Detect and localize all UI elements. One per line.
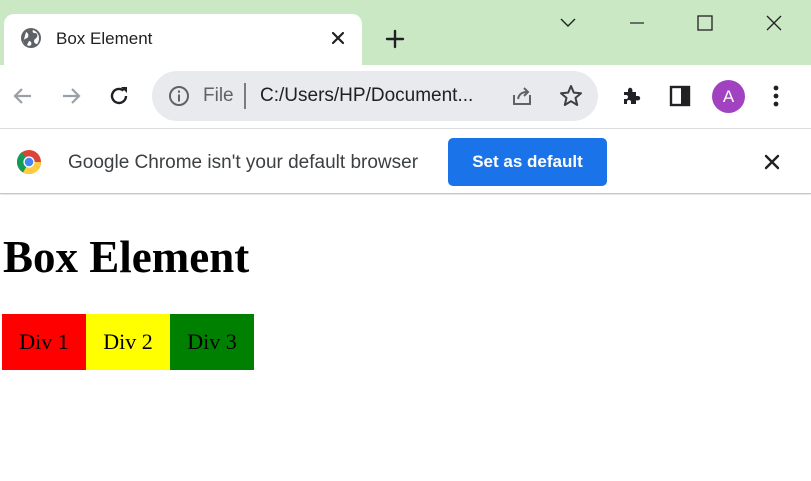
browser-tab[interactable]: Box Element [4,14,362,65]
page-heading: Box Element [3,232,250,282]
infobar-close-icon[interactable] [760,150,784,174]
tab-search-chevron-down-icon[interactable] [553,10,583,36]
reload-icon[interactable] [104,81,134,111]
div-box-2: Div 2 [86,314,170,370]
scheme-label: File [203,85,234,106]
default-browser-infobar: Google Chrome isn't your default browser… [0,128,811,194]
address-separator [244,83,246,109]
bookmark-star-icon[interactable] [558,83,584,109]
minimize-icon[interactable] [622,10,652,36]
box-row: Div 1 Div 2 Div 3 [2,314,254,370]
address-bar[interactable]: File C:/Users/HP/Document... [152,71,598,121]
window-close-icon[interactable] [759,10,789,36]
share-icon[interactable] [510,84,534,108]
tab-title: Box Element [56,29,153,48]
maximize-icon[interactable] [690,10,720,36]
site-info-icon[interactable] [168,85,190,107]
globe-icon [20,27,42,49]
url-text[interactable]: C:/Users/HP/Document... [260,85,473,107]
div-box-3: Div 3 [170,314,254,370]
menu-kebab-icon[interactable] [762,82,790,110]
forward-arrow-icon[interactable] [56,81,86,111]
tab-strip: Box Element [0,0,811,65]
browser-toolbar: File C:/Users/HP/Document... A [0,65,811,128]
chrome-logo-icon [16,149,42,175]
tab-close-icon[interactable] [326,26,350,50]
extensions-puzzle-icon[interactable] [618,82,646,110]
infobar-message: Google Chrome isn't your default browser [68,152,419,173]
profile-avatar[interactable]: A [712,80,745,113]
set-as-default-button[interactable]: Set as default [448,138,607,186]
div-box-1: Div 1 [2,314,86,370]
side-panel-icon[interactable] [666,82,694,110]
web-page: Box Element Div 1 Div 2 Div 3 [0,195,811,481]
new-tab-icon[interactable] [383,27,407,51]
back-arrow-icon[interactable] [8,81,38,111]
